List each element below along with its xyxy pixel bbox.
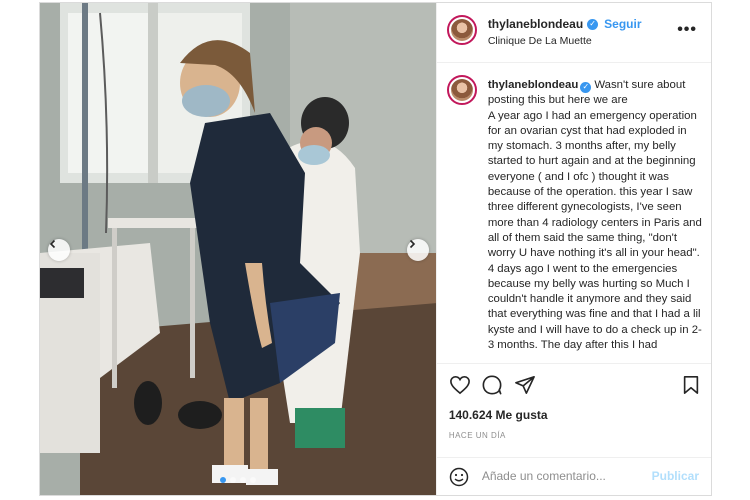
- carousel-indicator: [40, 477, 436, 483]
- chevron-right-icon: [409, 239, 416, 249]
- caption-section: thylaneblondeau ✓ Wasn't sure about postin…: [437, 63, 711, 361]
- post-photo[interactable]: [40, 3, 436, 495]
- post-header: thylaneblondeau ✓ Seguir Clinique De La …: [436, 3, 711, 63]
- comment-input[interactable]: Añade un comentario...: [482, 469, 606, 483]
- location-link[interactable]: Clinique De La Muette: [488, 35, 592, 47]
- carousel-dot: [249, 477, 256, 483]
- header-user: thylaneblondeau ✓ Seguir: [488, 17, 642, 31]
- instagram-post: thylaneblondeau ✓ Seguir Clinique De La …: [39, 2, 712, 496]
- chevron-left-icon: [49, 239, 56, 249]
- hospital-room-photo: [40, 3, 436, 495]
- username-link[interactable]: thylaneblondeau: [488, 17, 583, 31]
- share-icon[interactable]: [514, 375, 536, 395]
- carousel-dot: [239, 477, 246, 483]
- verified-icon: ✓: [580, 81, 592, 93]
- bookmark-icon[interactable]: [682, 375, 700, 395]
- caption-text: 4 days ago I went to the emergencies bec…: [487, 262, 702, 352]
- avatar[interactable]: [446, 75, 477, 105]
- like-count[interactable]: 140.624 Me gusta: [449, 408, 548, 422]
- post-timestamp[interactable]: HACE UN DÍA: [449, 431, 506, 440]
- publish-button[interactable]: Publicar: [652, 469, 699, 483]
- verified-icon: ✓: [587, 18, 599, 30]
- post-side-panel: thylaneblondeau ✓ Seguir Clinique De La …: [435, 3, 711, 495]
- caption-username-link[interactable]: thylaneblondeau: [488, 79, 579, 91]
- comment-bar: Añade un comentario... Publicar: [436, 457, 711, 495]
- comment-icon[interactable]: [481, 375, 503, 395]
- post-actions: [436, 363, 711, 403]
- caption-text: A year ago I had an emergency operation …: [487, 109, 702, 260]
- next-slide-button[interactable]: [407, 239, 429, 261]
- emoji-icon[interactable]: [449, 467, 469, 487]
- carousel-dot: [219, 477, 226, 483]
- previous-slide-button[interactable]: [48, 239, 70, 261]
- follow-button[interactable]: Seguir: [604, 17, 641, 31]
- avatar[interactable]: [446, 15, 477, 45]
- more-options-icon[interactable]: •••: [677, 21, 697, 39]
- caption: thylaneblondeau ✓ Wasn't sure about postin…: [488, 78, 702, 353]
- heart-icon[interactable]: [449, 375, 471, 395]
- carousel-dot: [229, 477, 236, 483]
